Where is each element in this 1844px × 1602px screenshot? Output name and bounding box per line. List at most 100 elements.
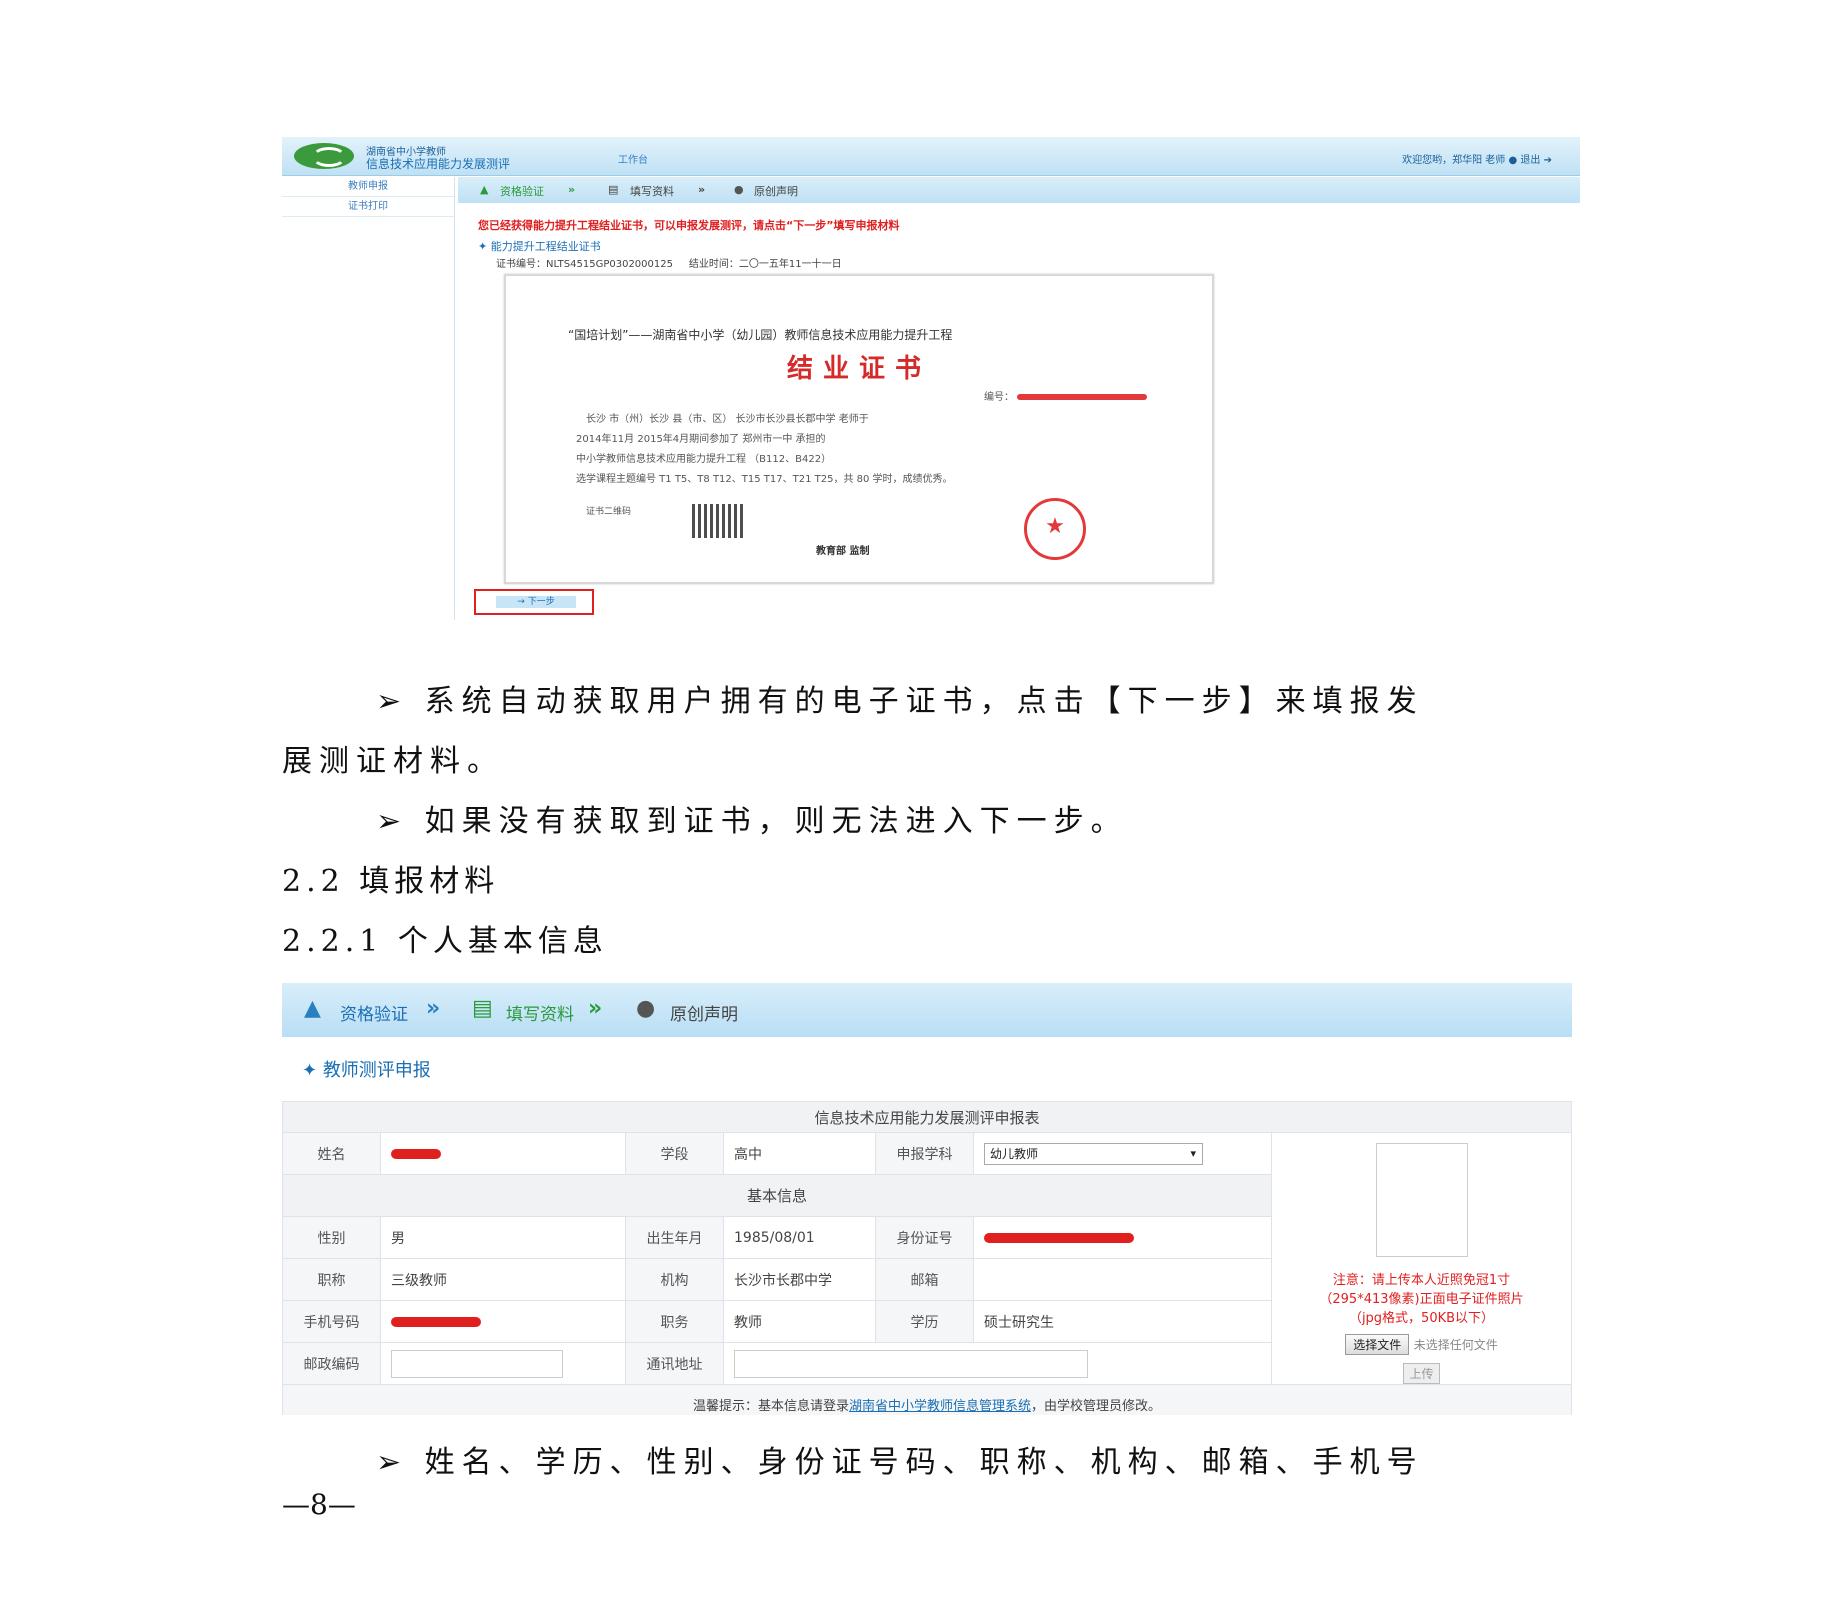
photo-note: 注意：请上传本人近照免冠1寸 （295*413像素)正面电子证件照片 （jpg格… (1282, 1271, 1561, 1328)
chevron-right-icon: » (588, 996, 603, 1021)
value-birth: 1985/08/01 (723, 1216, 876, 1259)
zip-cell (380, 1342, 626, 1385)
paragraph-fields: ➢ 姓名、学历、性别、身份证号码、职称、机构、邮箱、手机号 (376, 1445, 1424, 1480)
welcome-text: 欢迎您哟，郑华阳 老师 (1402, 155, 1506, 166)
paragraph-auto-cert: ➢ 系统自动获取用户拥有的电子证书，点击【下一步】来填报发 (376, 684, 1424, 719)
paragraph-auto-cert-cont: 展测证材料。 (282, 744, 504, 779)
cert-row2: 2014年11月 2015年4月期间参加了 郑州市一中 承担的 (576, 434, 826, 445)
label-duty: 职务 (625, 1300, 724, 1343)
document-icon: ▤ (608, 183, 619, 196)
subject-select[interactable]: 幼儿教师 (984, 1142, 1203, 1165)
photo-cell: 注意：请上传本人近照免冠1寸 （295*413像素)正面电子证件照片 （jpg格… (1271, 1132, 1572, 1385)
qr-code-icon (692, 504, 744, 538)
step-declare: 原创声明 (670, 1005, 738, 1025)
label-name: 姓名 (282, 1132, 381, 1175)
logout-link[interactable]: 退出 (1520, 155, 1540, 166)
label-title: 职称 (282, 1258, 381, 1301)
photo-note-line3: （jpg格式，50KB以下） (1348, 1311, 1495, 1326)
logout-icon[interactable]: ➔ (1544, 155, 1552, 166)
value-stage: 高中 (723, 1132, 876, 1175)
cert-issuer: 教育部 监制 (816, 546, 870, 557)
address-cell (723, 1342, 1272, 1385)
document-icon: ▤ (472, 996, 493, 1021)
photo-note-line2: （295*413像素)正面电子证件照片 (1319, 1292, 1524, 1307)
cert-meta: 证书编号：NLTS4515GP0302000125 结业时间：二〇一五年11一十… (496, 255, 842, 270)
section-heading-2-2-1: 2.2.1 个人基本信息 (282, 924, 608, 959)
label-stage: 学段 (625, 1132, 724, 1175)
sidebar: 教师申报 证书打印 (282, 177, 455, 620)
next-step-button[interactable]: → 下一步 (496, 596, 576, 608)
form-title: 信息技术应用能力发展测评申报表 (282, 1101, 1572, 1133)
photo-note-line1: 注意：请上传本人近照免冠1寸 (1332, 1273, 1511, 1288)
address-input[interactable] (734, 1349, 1088, 1378)
value-phone (380, 1300, 626, 1343)
user-icon[interactable]: ● (1509, 155, 1518, 166)
next-step-label: 下一步 (527, 597, 555, 607)
label-address: 通讯地址 (625, 1342, 724, 1385)
step-fill: 填写资料 (630, 185, 674, 198)
gear-icon: ✦ (478, 240, 491, 253)
zip-input[interactable] (391, 1349, 563, 1378)
section-basic-info: 基本信息 (282, 1174, 1272, 1217)
cert-row1: 长沙 市（州）长沙 县（市、区） 长沙市长沙县长郡中学 老师于 (586, 414, 869, 425)
screenshot-certificate-page: 湖南省中小学教师 信息技术应用能力发展测评 工作台 欢迎您哟，郑华阳 老师 ● … (282, 137, 1580, 620)
redaction-mark (1017, 394, 1148, 400)
value-org: 长沙市长郡中学 (723, 1258, 876, 1301)
next-step-highlight: → 下一步 (474, 589, 594, 615)
label-org: 机构 (625, 1258, 724, 1301)
choose-file-button[interactable]: 选择文件 (1345, 1334, 1410, 1355)
graduation-cap-icon: ▲ (304, 996, 321, 1021)
sidebar-item-apply[interactable]: 教师申报 (282, 177, 454, 197)
label-zip: 邮政编码 (282, 1342, 381, 1385)
graduation-cap-icon: ▲ (480, 183, 489, 196)
cert-row4: 选学课程主题编号 T1 T5、T8 T12、T15 T17、T21 T25，共 … (576, 474, 953, 485)
no-file-text: 未选择任何文件 (1413, 1338, 1498, 1352)
label-edu: 学历 (875, 1300, 974, 1343)
label-phone: 手机号码 (282, 1300, 381, 1343)
upload-button[interactable]: 上传 (1403, 1363, 1440, 1384)
cert-section-title: ✦ 能力提升工程结业证书 (478, 238, 601, 254)
value-gender: 男 (380, 1216, 626, 1259)
logo-icon (294, 143, 354, 169)
top-banner: 湖南省中小学教师 信息技术应用能力发展测评 工作台 欢迎您哟，郑华阳 老师 ● … (282, 137, 1580, 176)
file-picker: 选择文件 未选择任何文件 (1282, 1334, 1561, 1355)
photo-preview (1375, 1143, 1468, 1257)
microphone-icon: ● (734, 183, 744, 196)
teacher-system-link[interactable]: 湖南省中小学教师信息管理系统 (849, 1399, 1031, 1414)
application-form: 信息技术应用能力发展测评申报表 姓名 学段 高中 申报学科 幼儿教师 注意：请上… (282, 1101, 1572, 1415)
panel-title-label: 教师测评申报 (322, 1060, 431, 1081)
tab-workbench[interactable]: 工作台 (618, 151, 648, 166)
cert-title: 结业证书 (786, 354, 931, 384)
eligibility-notice: 您已经获得能力提升工程结业证书，可以申报发展测评，请点击“下一步”填写申报材料 (478, 219, 900, 232)
value-title: 三级教师 (380, 1258, 626, 1301)
step-fill: 填写资料 (506, 1005, 574, 1025)
microphone-icon: ● (636, 996, 656, 1021)
cert-program-line: “国培计划”——湖南省中小学（幼儿园）教师信息技术应用能力提升工程 (568, 328, 953, 342)
label-idno: 身份证号 (875, 1216, 974, 1259)
certificate-image: “国培计划”——湖南省中小学（幼儿园）教师信息技术应用能力提升工程 结业证书 编… (504, 274, 1214, 584)
step-bar: ▲ 资格验证 » ▤ 填写资料 » ● 原创声明 (282, 983, 1572, 1037)
value-email (973, 1258, 1272, 1301)
subject-cell: 幼儿教师 (973, 1132, 1272, 1175)
section-heading-2-2: 2.2 填报材料 (282, 864, 500, 899)
chevron-right-icon: » (568, 183, 576, 196)
label-birth: 出生年月 (625, 1216, 724, 1259)
chevron-right-icon: » (426, 996, 441, 1021)
cert-date: 结业时间：二〇一五年11一十一日 (688, 259, 842, 270)
value-idno (973, 1216, 1272, 1259)
panel-title: ✦ 教师测评申报 (302, 1056, 431, 1082)
cert-section-label: 能力提升工程结业证书 (490, 240, 601, 253)
step-verify: 资格验证 (500, 185, 544, 198)
sidebar-item-print[interactable]: 证书打印 (282, 197, 454, 217)
hint-row: 温馨提示：基本信息请登录湖南省中小学教师信息管理系统，由学校管理员修改。 (282, 1384, 1572, 1415)
cert-no-label: 编号： (984, 392, 1014, 403)
screenshot-basic-info-form: ▲ 资格验证 » ▤ 填写资料 » ● 原创声明 ✦ 教师测评申报 信息技术应用… (282, 983, 1572, 1415)
redaction-mark (984, 1232, 1134, 1243)
value-duty: 教师 (723, 1300, 876, 1343)
gear-icon: ✦ (302, 1060, 323, 1081)
label-gender: 性别 (282, 1216, 381, 1259)
upload-row: 上传 (1282, 1363, 1561, 1384)
cert-number: 证书编号：NLTS4515GP0302000125 (496, 259, 673, 270)
paragraph-no-cert: ➢ 如果没有获取到证书，则无法进入下一步。 (376, 804, 1128, 839)
label-email: 邮箱 (875, 1258, 974, 1301)
